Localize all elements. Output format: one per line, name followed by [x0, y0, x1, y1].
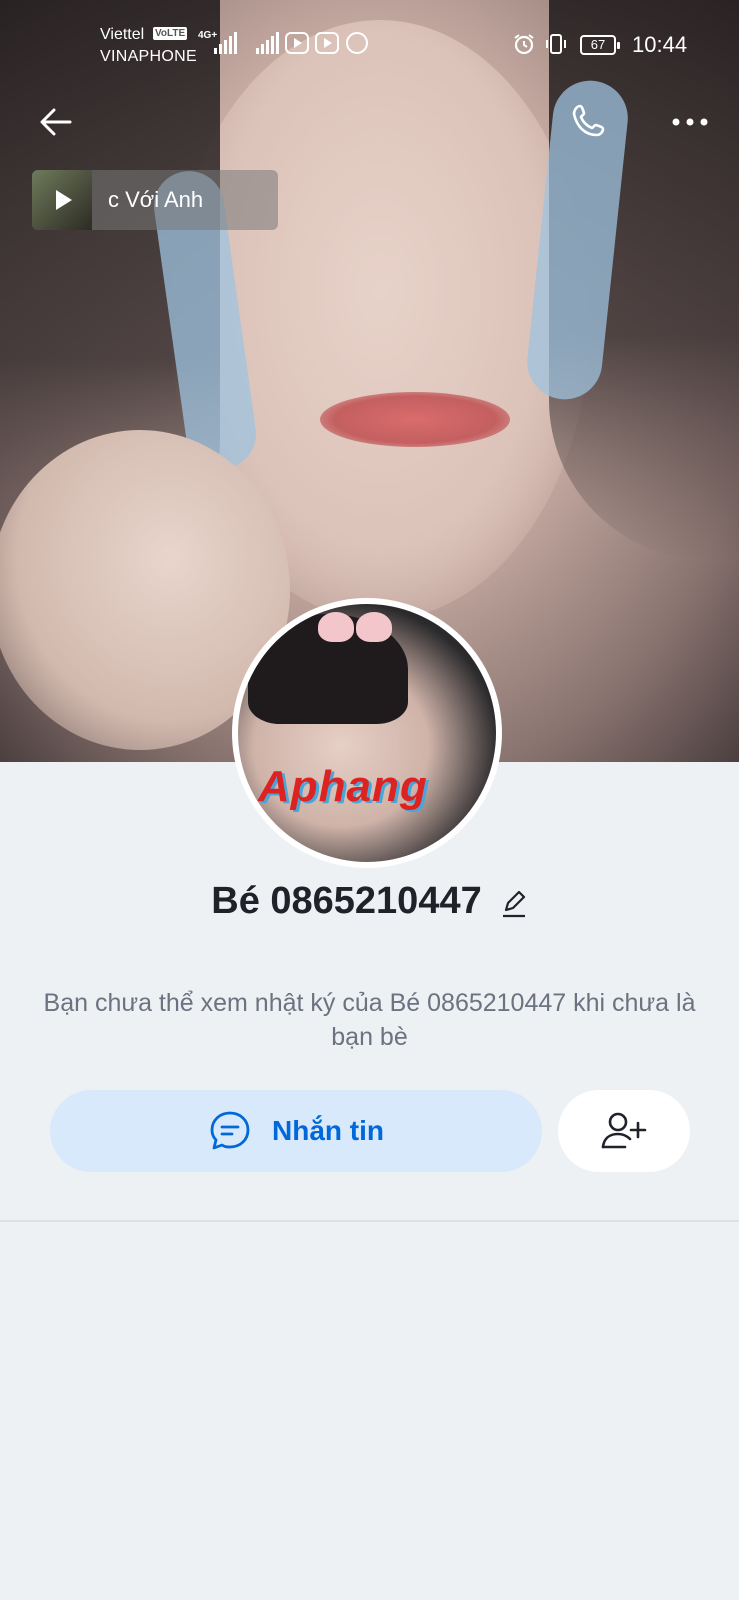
signal-icon-2: [256, 32, 279, 54]
avatar-bunny-ear: [356, 612, 392, 642]
carrier-secondary: VINAPHONE: [100, 48, 197, 65]
youtube-notification-icon: [315, 32, 339, 54]
avatar[interactable]: Aphang: [232, 598, 502, 868]
call-button[interactable]: [568, 100, 612, 144]
profile-name: Bé 0865210447: [211, 880, 482, 922]
message-button[interactable]: Nhắn tin: [50, 1090, 542, 1172]
pencil-icon[interactable]: [500, 886, 528, 918]
profile-music-chip[interactable]: c Với Anh: [32, 170, 278, 230]
carrier-primary: Viettel: [100, 26, 145, 43]
back-button[interactable]: [34, 100, 78, 144]
add-user-icon: [601, 1112, 647, 1149]
avatar-bunny-ear: [318, 612, 354, 642]
volte-badge: VoLTE: [153, 27, 188, 40]
section-divider: [0, 1220, 739, 1222]
music-title: c Với Anh: [108, 187, 204, 212]
cover-lips: [320, 392, 510, 447]
youtube-notification-icon: [285, 32, 309, 54]
privacy-notice: Bạn chưa thể xem nhật ký của Bé 08652104…: [43, 989, 696, 1051]
play-icon: [56, 190, 72, 210]
clock: 10:44: [632, 32, 688, 57]
status-bar: Viettel VoLTE VINAPHONE 4G+ 67 10:44: [0, 0, 739, 72]
music-thumbnail: [32, 170, 92, 230]
alarm-icon: [514, 34, 534, 55]
add-friend-button[interactable]: [558, 1090, 690, 1172]
battery-indicator: 67: [580, 35, 620, 55]
avatar-photo: Aphang: [238, 604, 496, 862]
avatar-watermark: Aphang: [258, 762, 428, 811]
profile-name-row: Bé 0865210447: [0, 880, 739, 923]
viber-notification-icon: [346, 32, 368, 54]
message-button-label: Nhắn tin: [272, 1115, 384, 1146]
signal-icon-1: [214, 32, 237, 54]
chat-bubble-icon: [210, 1111, 250, 1150]
more-options-button[interactable]: [668, 100, 712, 144]
vibrate-icon: [546, 34, 566, 54]
